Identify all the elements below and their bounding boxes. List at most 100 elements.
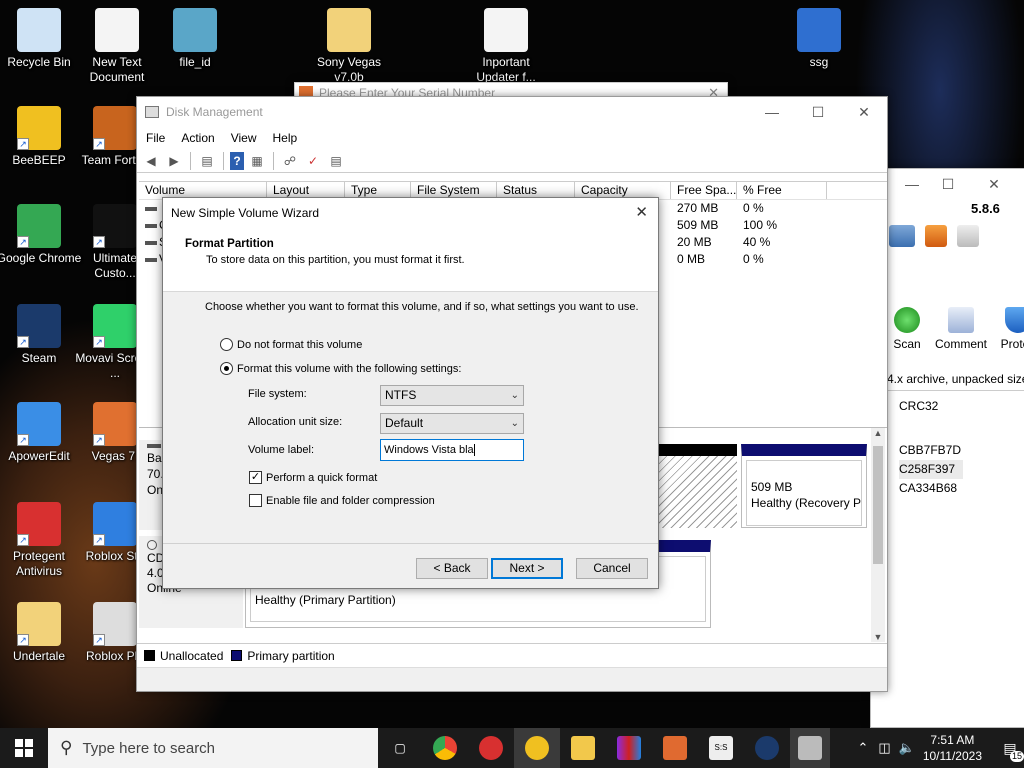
taskbar-chrome-icon[interactable] xyxy=(422,728,468,768)
notification-count-badge: 15 xyxy=(1009,751,1024,762)
wizard-title: New Simple Volume Wizard xyxy=(171,206,320,220)
radio-button-selected[interactable] xyxy=(220,362,233,375)
recovery-partition[interactable]: 509 MB Healthy (Recovery Pa xyxy=(741,444,867,528)
column-free-space[interactable]: Free Spa... xyxy=(671,182,737,199)
quick-format-checkbox[interactable]: ✓ xyxy=(249,471,262,484)
back-button[interactable]: < Back xyxy=(416,558,488,579)
radio-button[interactable] xyxy=(220,338,233,351)
file-system-dropdown[interactable]: NTFS ⌄ xyxy=(380,385,524,406)
search-icon: ⚲ xyxy=(60,738,73,757)
minimize-icon[interactable]: — xyxy=(749,97,795,127)
desktop-beebeep[interactable]: ↗ BeeBEEP xyxy=(0,106,82,168)
desktop-icon-label: Sony Vegas xyxy=(316,55,382,69)
comment-icon xyxy=(948,307,974,333)
desktop-sony-vegas-folder[interactable]: Sony Vegas v7.0b xyxy=(306,8,392,82)
volume-label-label: Volume label: xyxy=(248,444,315,456)
forward-arrow-icon[interactable]: ▶ xyxy=(164,152,184,170)
list-view-icon[interactable]: ▤ xyxy=(197,152,217,170)
taskbar-beebeep-icon[interactable] xyxy=(514,728,560,768)
wizard-tool-icon[interactable] xyxy=(889,225,915,247)
search-placeholder: Type here to search xyxy=(82,739,216,757)
desktop-steam[interactable]: ↗ Steam xyxy=(0,304,82,366)
close-icon[interactable]: ✕ xyxy=(971,169,1017,199)
taskbar-app-icon[interactable]: S:S xyxy=(698,728,744,768)
network-icon[interactable]: ◫ xyxy=(878,740,890,756)
taskbar-usb-icon[interactable] xyxy=(790,728,830,768)
volume-icon xyxy=(139,200,163,217)
desktop-apoweredit[interactable]: ↗ ApowerEdit xyxy=(0,402,82,464)
taskbar-file-explorer-icon[interactable] xyxy=(560,728,606,768)
scroll-up-icon[interactable]: ▲ xyxy=(871,428,885,438)
notification-center-icon[interactable]: ▤ 15 xyxy=(996,728,1024,768)
desktop-ssg[interactable]: ssg xyxy=(776,8,862,70)
trash-icon[interactable] xyxy=(957,225,979,247)
show-hidden-icons-icon[interactable]: ⌃ xyxy=(857,740,868,756)
desktop-icon-sublabel: v7.0b xyxy=(334,70,364,82)
quick-format-option[interactable]: ✓ Perform a quick format xyxy=(249,471,377,484)
menu-action[interactable]: Action xyxy=(181,131,214,145)
free-space-cell: 509 MB xyxy=(677,218,719,232)
taskbar-winrar-icon[interactable] xyxy=(606,728,652,768)
unallocated-swatch xyxy=(144,650,155,661)
desktop-undertale-folder[interactable]: ↗ Undertale xyxy=(0,602,82,664)
beebeep-icon: ↗ xyxy=(17,106,61,150)
wizard-subheading: To store data on this partition, you mus… xyxy=(206,254,465,266)
new-simple-volume-wizard[interactable]: New Simple Volume Wizard ✕ Format Partit… xyxy=(162,197,659,589)
legend-primary: Primary partition xyxy=(247,648,335,663)
taskbar-office-icon[interactable] xyxy=(652,728,698,768)
compression-checkbox[interactable] xyxy=(249,494,262,507)
radio-no-format[interactable]: Do not format this volume xyxy=(220,338,362,351)
disk-0-label[interactable]: Ba 70. On xyxy=(139,440,164,530)
protect-button[interactable]: Protec xyxy=(993,307,1024,351)
menu-file[interactable]: File xyxy=(146,131,165,145)
start-button[interactable] xyxy=(0,728,48,768)
volume-icon[interactable]: 🔈 xyxy=(899,740,915,756)
next-button[interactable]: Next > xyxy=(491,558,563,579)
desktop-recycle-bin[interactable]: Recycle Bin xyxy=(0,8,82,70)
back-arrow-icon[interactable]: ◀ xyxy=(141,152,161,170)
radio-format[interactable]: Format this volume with the following se… xyxy=(220,362,461,375)
shortcut-arrow-icon: ↗ xyxy=(17,634,29,646)
vertical-scrollbar[interactable]: ▲ ▼ xyxy=(871,428,885,642)
archiver-window[interactable]: — ☐ ✕ 5.8.6 Scan Comment Protec xyxy=(870,168,1024,728)
comment-button[interactable]: Comment xyxy=(929,307,993,351)
unallocated-partition[interactable] xyxy=(659,444,737,528)
up-arrow-icon[interactable] xyxy=(925,225,947,247)
taskbar-search-box[interactable]: ⚲ Type here to search xyxy=(48,728,378,768)
menu-help[interactable]: Help xyxy=(273,131,298,145)
taskbar-protegent-icon[interactable] xyxy=(468,728,514,768)
properties-icon[interactable]: ▦ xyxy=(247,152,267,170)
close-icon[interactable]: ✕ xyxy=(841,97,887,127)
minimize-icon[interactable]: — xyxy=(899,169,925,199)
close-icon[interactable]: ✕ xyxy=(635,203,648,221)
clock[interactable]: 7:51 AM 10/11/2023 xyxy=(923,732,982,764)
task-view-icon[interactable]: ▢ xyxy=(378,728,422,768)
compression-option[interactable]: Enable file and folder compression xyxy=(249,494,435,507)
connect-icon[interactable]: ☍ xyxy=(280,152,300,170)
cancel-button[interactable]: Cancel xyxy=(576,558,648,579)
desktop-file-id[interactable]: file_id xyxy=(152,8,238,70)
desktop-google-chrome[interactable]: ↗ Google Chrome xyxy=(0,204,82,266)
taskbar-steam-icon[interactable] xyxy=(744,728,790,768)
wizard-instruction: Choose whether you want to format this v… xyxy=(205,301,639,313)
settings-list-icon[interactable]: ▤ xyxy=(326,152,346,170)
toolbar: ◀ ▶ ▤ ? ▦ ☍ ✓ ▤ xyxy=(137,149,887,173)
maximize-icon[interactable]: ☐ xyxy=(795,97,841,127)
menu-view[interactable]: View xyxy=(231,131,257,145)
scroll-thumb[interactable] xyxy=(873,446,883,564)
undertale-folder-icon: ↗ xyxy=(17,602,61,646)
desktop-inportant-updater[interactable]: Inportant Updater f... xyxy=(463,8,549,82)
scan-button[interactable]: Scan xyxy=(885,307,929,351)
allocation-unit-dropdown[interactable]: Default ⌄ xyxy=(380,413,524,434)
checklist-icon[interactable]: ✓ xyxy=(303,152,323,170)
help-icon[interactable]: ? xyxy=(230,151,244,170)
scroll-down-icon[interactable]: ▼ xyxy=(871,632,885,642)
percent-free-cell: 0 % xyxy=(743,201,764,215)
desktop-protegent-antivirus[interactable]: ↗ Protegent Antivirus xyxy=(0,502,82,579)
menu-bar: File Action View Help xyxy=(137,127,887,149)
volume-label-field[interactable]: Windows Vista bla xyxy=(380,439,524,461)
desktop-new-text-document[interactable]: New Text Document xyxy=(74,8,160,85)
maximize-icon[interactable]: ☐ xyxy=(925,169,971,199)
vegas-icon: ↗ xyxy=(93,402,137,446)
column-percent-free[interactable]: % Free xyxy=(737,182,827,199)
